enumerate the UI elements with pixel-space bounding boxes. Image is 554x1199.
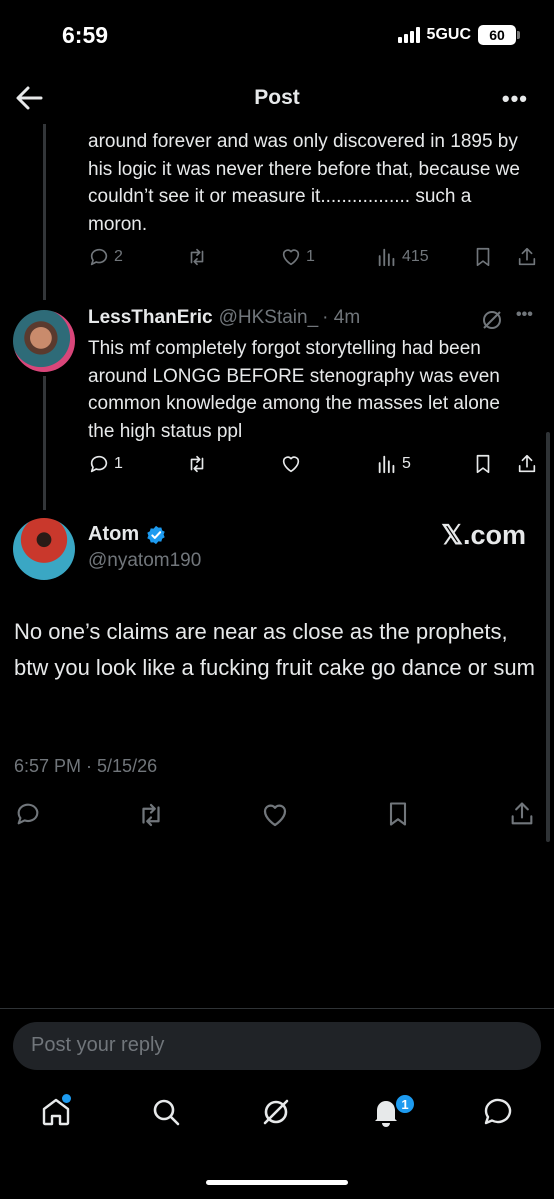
handle[interactable]: @nyatom190	[88, 550, 201, 572]
reply-count: 2	[114, 248, 123, 265]
page-title: Post	[254, 86, 300, 109]
like-icon	[263, 804, 287, 827]
bookmark-icon	[476, 454, 490, 474]
display-name[interactable]: LessThanEric	[88, 307, 213, 329]
search-icon	[153, 1099, 180, 1126]
main-post-text: No one’s claims are near as close as the…	[14, 619, 535, 680]
home-indicator	[206, 1180, 348, 1185]
reply-icon	[90, 248, 108, 266]
reply-button[interactable]: 1	[88, 453, 123, 475]
bookmark-button[interactable]	[472, 453, 494, 475]
main-handle-row: @nyatom190	[88, 550, 201, 572]
scrollbar[interactable]	[546, 432, 550, 842]
clock: 6:59	[62, 22, 109, 48]
post-timestamp: 6:57 PM · 5/15/26	[14, 756, 158, 776]
share-icon	[518, 247, 536, 266]
new-posts-dot	[62, 1094, 71, 1103]
like-icon	[282, 456, 300, 473]
reply-text: This mf completely forgot storytelling h…	[88, 338, 500, 442]
views-icon	[378, 248, 395, 267]
bookmark-icon	[389, 802, 407, 826]
battery-icon: 60	[478, 25, 520, 45]
views-count: 5	[402, 455, 411, 472]
post-header: Post •••	[0, 72, 554, 124]
like-button[interactable]	[280, 453, 302, 475]
like-count: 1	[306, 248, 315, 265]
status-indicators: 5GUC 60	[397, 25, 520, 45]
more-icon[interactable]: •••	[502, 86, 528, 112]
reply-count: 1	[114, 455, 123, 472]
thread-line	[43, 124, 46, 300]
share-button[interactable]	[516, 453, 538, 475]
like-button[interactable]: 1	[280, 246, 315, 268]
display-name[interactable]: Atom	[88, 523, 139, 546]
bookmark-icon	[476, 247, 490, 267]
xcom-watermark: 𝕏.com	[441, 520, 526, 550]
main-post-actions	[0, 798, 554, 834]
messages-icon	[484, 1098, 512, 1125]
network-label: 5GUC	[426, 26, 471, 43]
bookmark-button[interactable]	[384, 800, 412, 828]
views-button[interactable]: 5	[376, 453, 411, 475]
repost-icon	[190, 455, 204, 473]
reply-author: LessThanEric @HKStain_ · 4m	[88, 307, 360, 329]
verified-icon	[147, 525, 165, 544]
notification-badge: 1	[394, 1093, 416, 1115]
share-button[interactable]	[508, 800, 536, 828]
tab-bar	[0, 1080, 554, 1152]
post-time: · 4m	[322, 307, 361, 328]
repost-button[interactable]	[186, 246, 208, 268]
avatar[interactable]	[13, 310, 75, 372]
tab-grok[interactable]	[258, 1094, 294, 1130]
more-icon[interactable]: •••	[516, 306, 533, 324]
grok-icon	[263, 1099, 289, 1125]
status-bar: 6:59 5GUC 60	[0, 0, 554, 72]
grok-icon[interactable]	[480, 308, 504, 332]
share-icon	[511, 802, 533, 825]
main-author: Atom	[88, 523, 167, 546]
signal-icon	[397, 27, 420, 43]
share-button[interactable]	[516, 246, 538, 268]
previous-reply-text: around forever and was only discovered i…	[88, 131, 520, 235]
repost-button[interactable]	[136, 800, 166, 830]
share-icon	[518, 454, 536, 473]
avatar[interactable]	[13, 518, 75, 580]
like-icon	[282, 249, 300, 266]
reply-icon	[90, 455, 108, 473]
reply-button[interactable]	[14, 800, 42, 828]
reply-icon	[17, 803, 39, 825]
repost-icon	[190, 248, 204, 266]
divider	[0, 1008, 554, 1009]
tab-messages[interactable]	[480, 1094, 516, 1130]
bookmark-button[interactable]	[472, 246, 494, 268]
views-count: 415	[402, 248, 429, 265]
views-button[interactable]: 415	[376, 246, 429, 268]
repost-button[interactable]	[186, 453, 208, 475]
previous-reply-actions: 2 1 415	[88, 246, 540, 276]
thread-line	[43, 376, 46, 510]
handle[interactable]: @HKStain_	[219, 307, 319, 329]
repost-icon	[142, 803, 160, 827]
reply-input[interactable]: Post your reply	[13, 1022, 541, 1070]
views-icon	[378, 455, 395, 474]
like-button[interactable]	[260, 800, 290, 830]
reply-button[interactable]: 2	[88, 246, 123, 268]
tab-search[interactable]	[148, 1094, 184, 1130]
reply-actions: 1 5	[88, 453, 540, 483]
